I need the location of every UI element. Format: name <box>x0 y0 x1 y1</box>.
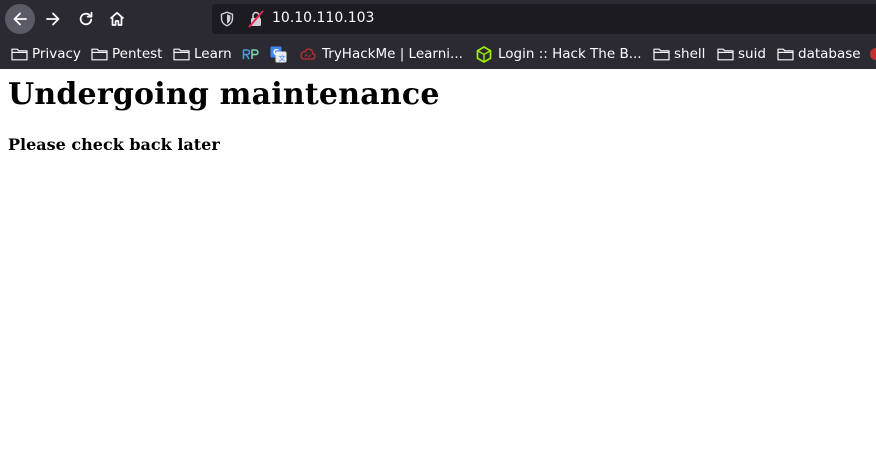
rp-icon <box>242 47 260 61</box>
bookmark-overflow[interactable] <box>868 44 876 64</box>
bookmarks-toolbar: Privacy Pentest Learn G文 TryHackMe | Lea… <box>0 38 876 69</box>
browser-toolbar: 10.10.110.103 <box>0 0 876 38</box>
reload-icon <box>77 10 95 28</box>
bookmark-tryhackme[interactable]: TryHackMe | Learni... <box>299 44 463 64</box>
bookmark-folder-privacy[interactable]: Privacy <box>11 44 81 64</box>
arrow-left-icon <box>11 10 29 28</box>
folder-icon <box>777 47 794 61</box>
bookmark-label: Login :: Hack The B... <box>498 46 642 62</box>
bookmark-label: Learn <box>194 46 232 62</box>
folder-icon <box>717 47 734 61</box>
insecure-lock-icon[interactable] <box>248 10 264 32</box>
tracking-shield-icon[interactable] <box>220 11 234 31</box>
page-subheading: Please check back later <box>8 135 220 154</box>
bookmark-partial-icon <box>868 47 876 61</box>
bookmark-folder-database[interactable]: database <box>777 44 861 64</box>
bookmark-label: Pentest <box>112 46 163 62</box>
translate-icon: G文 <box>270 46 287 63</box>
url-text: 10.10.110.103 <box>272 10 375 26</box>
bookmark-hackthebox[interactable]: Login :: Hack The B... <box>476 44 642 64</box>
forward-button[interactable] <box>38 4 68 34</box>
bookmark-folder-suid[interactable]: suid <box>717 44 766 64</box>
bookmark-folder-learn[interactable]: Learn <box>173 44 232 64</box>
folder-icon <box>11 47 28 61</box>
bookmark-label: suid <box>738 46 766 62</box>
bookmark-label: shell <box>674 46 706 62</box>
bookmark-folder-shell[interactable]: shell <box>653 44 705 64</box>
back-button[interactable] <box>5 4 35 34</box>
bookmark-translate[interactable]: G文 <box>270 44 287 64</box>
folder-icon <box>653 47 670 61</box>
reload-button[interactable] <box>71 4 101 34</box>
arrow-right-icon <box>44 10 62 28</box>
home-button[interactable] <box>102 4 132 34</box>
address-bar[interactable]: 10.10.110.103 <box>212 4 876 34</box>
page-heading: Undergoing maintenance <box>8 77 440 112</box>
hackthebox-icon <box>476 45 492 63</box>
browser-chrome: 10.10.110.103 Privacy Pentest Learn G文 T… <box>0 0 876 69</box>
folder-icon <box>173 47 190 61</box>
svg-text:文: 文 <box>279 53 286 62</box>
bookmark-folder-pentest[interactable]: Pentest <box>91 44 162 64</box>
bookmark-label: TryHackMe | Learni... <box>322 46 463 62</box>
page-content: Undergoing maintenance Please check back… <box>0 69 876 465</box>
folder-icon <box>91 47 108 61</box>
bookmark-label: Privacy <box>32 46 81 62</box>
home-icon <box>108 10 126 28</box>
bookmark-rp[interactable] <box>242 44 260 64</box>
tryhackme-icon <box>299 47 316 61</box>
bookmark-label: database <box>798 46 861 62</box>
